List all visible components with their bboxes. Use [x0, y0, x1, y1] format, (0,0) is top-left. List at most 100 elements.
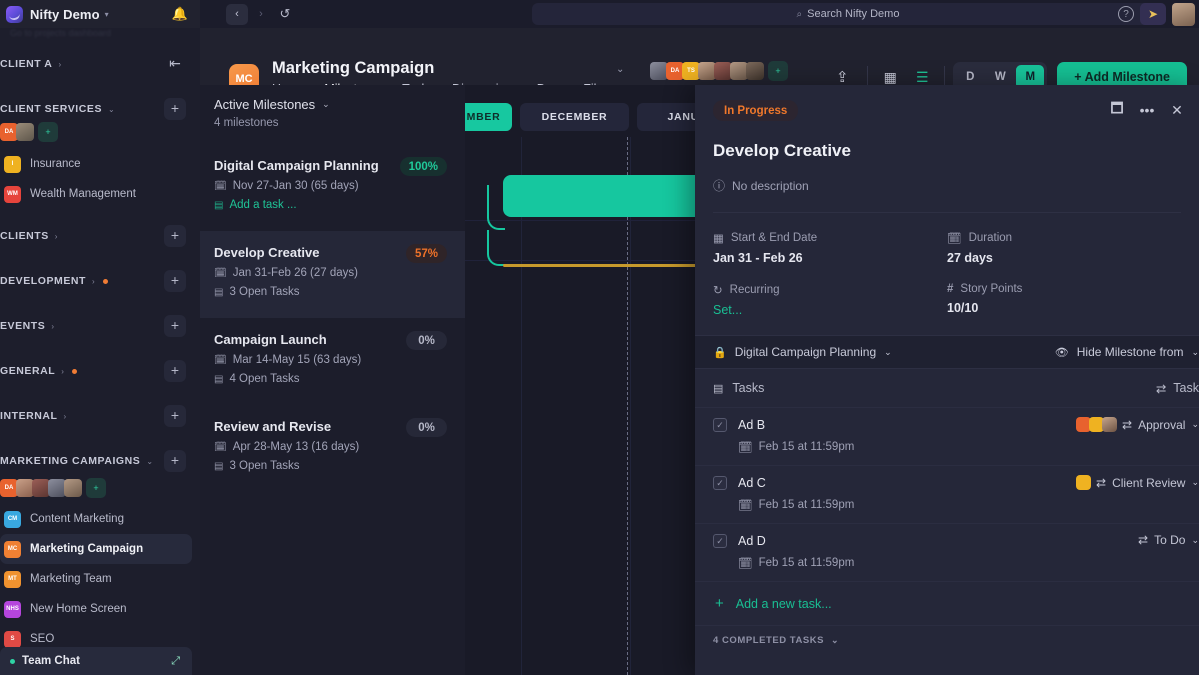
close-icon[interactable]: ✕	[1163, 97, 1191, 123]
milestone-row-develop-creative[interactable]: Develop Creative 🗓 Jan 31-Feb 26 (27 day…	[200, 231, 465, 318]
sidebar-item-wealth-management[interactable]: WM Wealth Management	[0, 179, 192, 209]
forward-button[interactable]: ›	[250, 4, 272, 25]
tasks-header-left: ▤ Tasks	[713, 381, 764, 395]
milestone-row-digital-campaign-planning[interactable]: Digital Campaign Planning 🗓 Nov 27-Jan 3…	[200, 144, 465, 231]
sidebar-section-general[interactable]: GENERAL › +	[0, 359, 200, 383]
sidebar-section-clients[interactable]: CLIENTS › +	[0, 224, 200, 248]
sidebar-item-new-home-screen[interactable]: NHS New Home Screen	[0, 594, 192, 624]
task-name[interactable]: Ad C	[738, 476, 766, 490]
milestone-row-review-and-revise[interactable]: Review and Revise 🗓 Apr 28-May 13 (16 da…	[200, 405, 465, 492]
add-project-button[interactable]: +	[164, 450, 186, 472]
avatar[interactable]	[16, 123, 34, 141]
user-avatar[interactable]	[1172, 2, 1195, 26]
add-new-task-button[interactable]: + Add a new task...	[695, 581, 1199, 625]
detail-parent-milestone[interactable]: 🔒 Digital Campaign Planning ⌄	[713, 345, 892, 359]
avatar[interactable]	[64, 479, 82, 497]
sidebar-section-events[interactable]: EVENTS › +	[0, 314, 200, 338]
add-member-button[interactable]: +	[768, 61, 788, 81]
completed-tasks-toggle[interactable]: 4 COMPLETED TASKS ⌄	[695, 625, 1199, 655]
task-icon: ▤	[214, 373, 224, 385]
project-title-chevron-down-icon[interactable]: ⌄	[616, 64, 624, 75]
history-icon[interactable]: ↺	[274, 4, 296, 25]
field-value-duration: 27 days	[947, 251, 993, 265]
milestone-tasks[interactable]: ▤ 4 Open Tasks	[214, 373, 465, 385]
sidebar-section-client-services[interactable]: CLIENT SERVICES ⌄ +	[0, 97, 200, 121]
add-project-button[interactable]: +	[164, 98, 186, 120]
sidebar-section-marketing-campaigns[interactable]: MARKETING CAMPAIGNS ⌄ +	[0, 449, 200, 473]
milestones-filter-label[interactable]: Active Milestones	[214, 97, 315, 112]
sidebar-item-label: Marketing Campaign	[30, 543, 144, 555]
task-checkbox[interactable]: ✓	[713, 476, 727, 490]
chevron-down-icon[interactable]: ⌄	[322, 99, 330, 110]
task-row[interactable]: ✓ Ad C 🗓 Feb 15 at 11:59pm ⇄ Client Revi…	[695, 465, 1199, 523]
chevron-down-icon[interactable]: ⌄	[831, 635, 839, 646]
sidebar-section-internal[interactable]: INTERNAL › +	[0, 404, 200, 428]
milestone-progress-badge: 100%	[399, 157, 447, 176]
add-project-button[interactable]: +	[164, 405, 186, 427]
milestone-tasks[interactable]: ▤ Add a task ...	[214, 199, 465, 211]
add-member-button[interactable]: +	[38, 122, 58, 142]
sidebar-item-content-marketing[interactable]: CM Content Marketing	[0, 504, 192, 534]
task-checkbox[interactable]: ✓	[713, 418, 727, 432]
add-project-button[interactable]: +	[164, 225, 186, 247]
task-assignees[interactable]	[1076, 417, 1118, 432]
tasks-header-right[interactable]: ⇄ Task	[1156, 381, 1199, 396]
sidebar-section-development[interactable]: DEVELOPMENT › +	[0, 269, 200, 293]
task-due-date-text: Feb 15 at 11:59pm	[758, 441, 855, 453]
search-input[interactable]: ⌕ Search Nifty Demo	[532, 3, 1164, 25]
extension-icon[interactable]: ➤	[1140, 3, 1166, 25]
back-button[interactable]: ‹	[226, 3, 248, 25]
milestone-tasks[interactable]: ▤ 3 Open Tasks	[214, 286, 465, 298]
field-value-start-end-date[interactable]: Jan 31 - Feb 26	[713, 251, 947, 265]
sidebar-item-marketing-team[interactable]: MT Marketing Team	[0, 564, 192, 594]
task-due-date-text: Feb 15 at 11:59pm	[758, 499, 855, 511]
task-checkbox[interactable]: ✓	[713, 534, 727, 548]
sidebar-section-label: EVENTS	[0, 320, 46, 332]
milestone-tasks[interactable]: ▤ 3 Open Tasks	[214, 460, 465, 472]
field-value-recurring[interactable]: Set...	[713, 303, 947, 317]
milestone-row-campaign-launch[interactable]: Campaign Launch 🗓 Mar 14-May 15 (63 days…	[200, 318, 465, 405]
add-project-button[interactable]: +	[164, 270, 186, 292]
task-name[interactable]: Ad D	[738, 534, 766, 548]
avatar[interactable]	[1102, 417, 1118, 432]
chevron-down-icon[interactable]: ⌄	[1191, 347, 1199, 358]
chevron-down-icon[interactable]: ▾	[105, 10, 109, 19]
gantt-month-december[interactable]: DECEMBER	[520, 103, 629, 131]
task-status[interactable]: ⇄ Approval ⌄	[1122, 418, 1199, 432]
avatar[interactable]	[746, 62, 764, 80]
sidebar-section-client-a[interactable]: CLIENT A › ⇤	[0, 52, 200, 76]
add-member-button[interactable]: +	[86, 478, 106, 498]
collapse-sidebar-icon[interactable]: ⇤	[164, 53, 186, 75]
expand-icon[interactable]: ⤢	[171, 655, 180, 668]
gantt-month-november[interactable]: MBER	[465, 103, 512, 131]
add-project-button[interactable]: +	[164, 315, 186, 337]
project-members[interactable]: DA TS +	[650, 61, 788, 81]
notifications-bell-icon[interactable]: 🔔	[172, 6, 188, 22]
task-row[interactable]: ✓ Ad D 🗓 Feb 15 at 11:59pm ⇄ To Do ⌄	[695, 523, 1199, 581]
milestone-date-text: Nov 27-Jan 30 (65 days)	[232, 180, 359, 192]
add-project-button[interactable]: +	[164, 360, 186, 382]
chevron-down-icon[interactable]: ⌄	[1191, 419, 1199, 430]
task-row[interactable]: ✓ Ad B 🗓 Feb 15 at 11:59pm ⇄ Approval ⌄	[695, 407, 1199, 465]
task-status[interactable]: ⇄ Client Review ⌄	[1096, 476, 1199, 490]
chevron-down-icon[interactable]: ⌄	[884, 347, 892, 358]
help-icon[interactable]: ?	[1118, 6, 1134, 22]
team-chat-button[interactable]: Team Chat ⤢	[0, 647, 192, 675]
task-assignees[interactable]	[1076, 475, 1092, 490]
divider	[713, 212, 1181, 213]
milestone-progress-badge: 0%	[406, 331, 447, 350]
more-options-icon[interactable]: •••	[1133, 97, 1161, 123]
status-badge[interactable]: In Progress	[713, 100, 799, 121]
minimize-icon[interactable]: 🗖	[1103, 97, 1131, 123]
sidebar-item-insurance[interactable]: I Insurance	[0, 149, 192, 179]
task-name[interactable]: Ad B	[738, 418, 765, 432]
chevron-down-icon[interactable]: ⌄	[1191, 477, 1199, 488]
chevron-down-icon[interactable]: ⌄	[1191, 535, 1199, 546]
project-avatar: CM	[4, 510, 21, 528]
avatar[interactable]	[1076, 475, 1092, 490]
hide-milestone-control[interactable]: 👁 Hide Milestone from ⌄	[1055, 345, 1199, 359]
detail-title[interactable]: Develop Creative	[713, 141, 1181, 161]
task-status[interactable]: ⇄ To Do ⌄	[1138, 533, 1199, 547]
sidebar-item-marketing-campaign[interactable]: MC Marketing Campaign	[0, 534, 192, 564]
detail-description[interactable]: ⓘ No description	[713, 177, 1181, 194]
